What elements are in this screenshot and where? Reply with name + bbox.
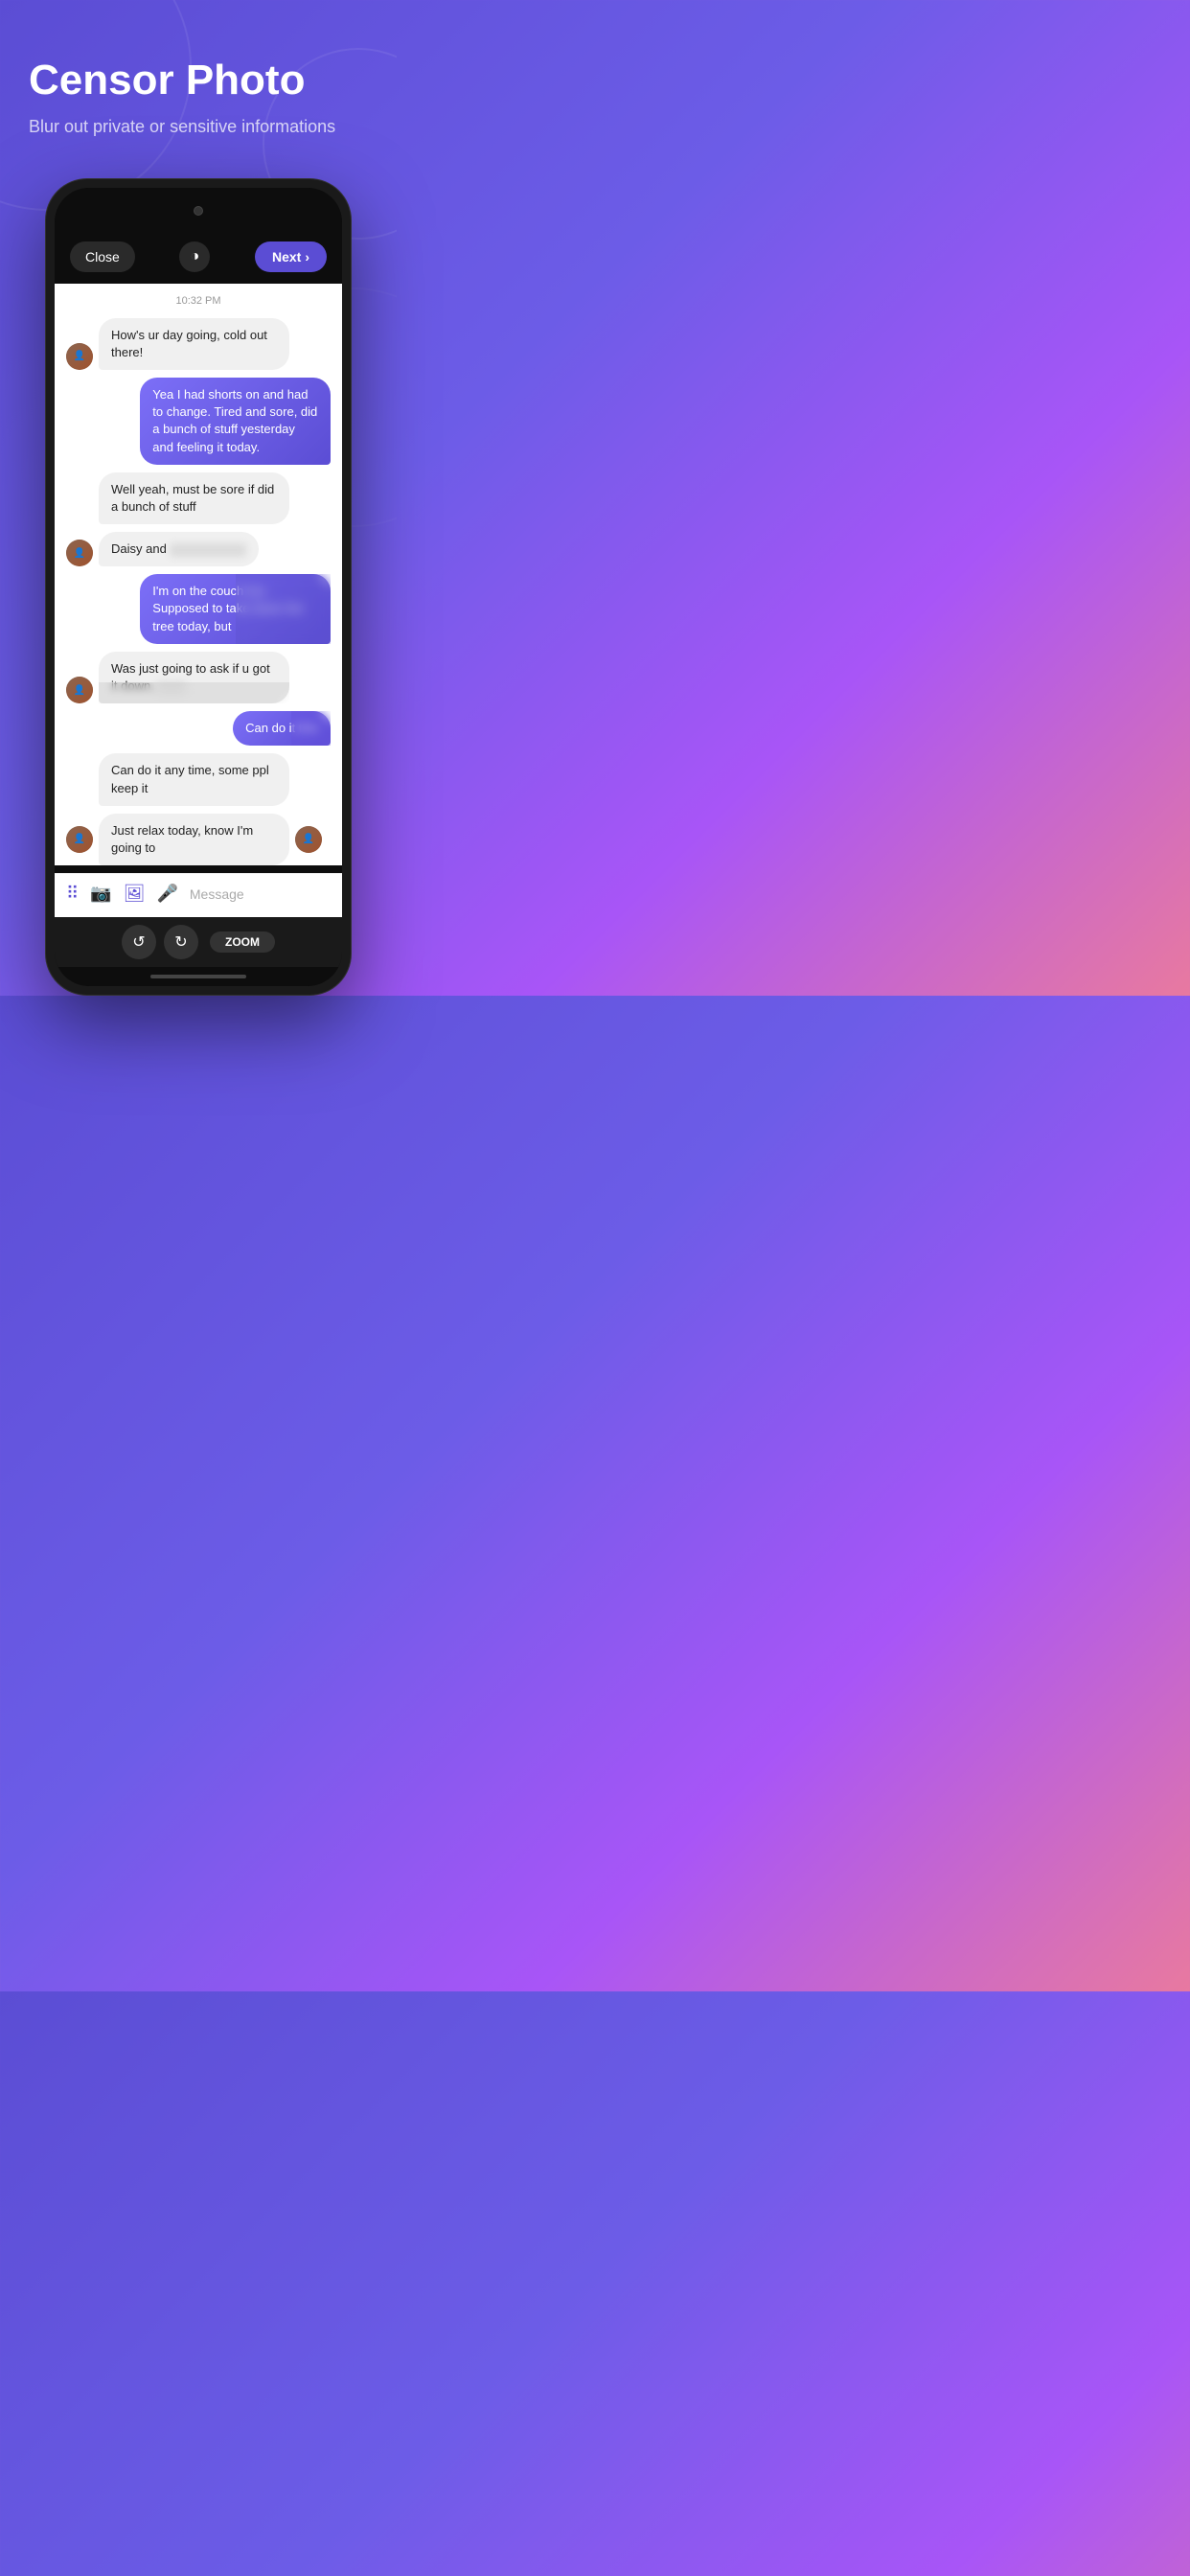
zoom-bar: ↺ ↻ ZOOM <box>55 917 342 967</box>
chat-area: 10:32 PM 👤 How's ur day going, cold out … <box>55 284 342 866</box>
message-input[interactable]: Message <box>190 886 331 902</box>
page-title: Censor Photo <box>29 58 368 104</box>
message-bubble: How's ur day going, cold out there! <box>99 318 289 370</box>
chat-row: 👤 Daisy and <box>66 532 331 566</box>
message-bubble: Yea I had shorts on and had to change. T… <box>140 378 331 465</box>
zoom-label: ZOOM <box>210 932 275 953</box>
phone-screen: Close ◑ Next › 10:32 PM 👤 How's ur day g… <box>55 188 342 987</box>
next-button[interactable]: Next › <box>255 242 327 272</box>
grid-icon[interactable]: ⠿ <box>66 884 79 904</box>
message-bubble: I'm on the couch too. Supposed to take d… <box>140 574 331 644</box>
home-indicator <box>55 967 342 986</box>
chat-timestamp: 10:32 PM <box>66 295 331 307</box>
undo-redo-controls: ↺ ↻ <box>122 925 198 959</box>
image-icon[interactable]: 🖼 <box>124 884 146 904</box>
header-section: Censor Photo Blur out private or sensiti… <box>0 0 397 159</box>
message-bubble: Well yeah, must be sore if did a bunch o… <box>99 472 289 524</box>
chat-row: 👤 How's ur day going, cold out there! <box>66 318 331 370</box>
message-bubble: Can do it any time, some ppl keep it <box>99 753 289 805</box>
chat-row: Can do it any time, some ppl keep it <box>66 753 331 805</box>
chat-row: 👤 Was just going to ask if u got it down… <box>66 652 331 703</box>
chat-row: Can do it this <box>66 711 331 746</box>
page-subtitle: Blur out private or sensitive informatio… <box>29 115 368 139</box>
phone-bottom-toolbar: ⠿ 📷 🖼 🎤 Message <box>55 873 342 917</box>
camera-icon[interactable]: 📷 <box>90 884 111 904</box>
avatar: 👤 <box>66 826 93 853</box>
avatar: 👤 <box>66 677 93 703</box>
camera-dot <box>194 206 203 216</box>
app-toolbar: Close ◑ Next › <box>55 234 342 284</box>
avatar-right: 👤 <box>295 826 322 853</box>
chat-row: I'm on the couch too. Supposed to take d… <box>66 574 331 644</box>
app-logo-icon: ◑ <box>179 242 210 272</box>
message-bubble-blurred: Was just going to ask if u got it down, <box>99 652 289 703</box>
chat-row: Well yeah, must be sore if did a bunch o… <box>66 472 331 524</box>
chat-row: 👤 Just relax today, know I'm going to 👤 <box>66 814 331 865</box>
phone-mockup: Close ◑ Next › 10:32 PM 👤 How's ur day g… <box>0 159 397 997</box>
mic-icon[interactable]: 🎤 <box>156 884 177 904</box>
undo-button[interactable]: ↺ <box>122 925 156 959</box>
message-bubble: Just relax today, know I'm going to <box>99 814 289 865</box>
avatar: 👤 <box>66 540 93 566</box>
phone-outer-shell: Close ◑ Next › 10:32 PM 👤 How's ur day g… <box>45 178 352 997</box>
chat-row: Yea I had shorts on and had to change. T… <box>66 378 331 465</box>
avatar: 👤 <box>66 343 93 370</box>
phone-notch <box>55 188 342 234</box>
message-bubble-blurred: Daisy and <box>99 532 259 566</box>
redo-button[interactable]: ↻ <box>164 925 198 959</box>
close-button[interactable]: Close <box>70 242 135 272</box>
message-bubble: Can do it this <box>233 711 331 746</box>
home-bar <box>150 975 246 978</box>
